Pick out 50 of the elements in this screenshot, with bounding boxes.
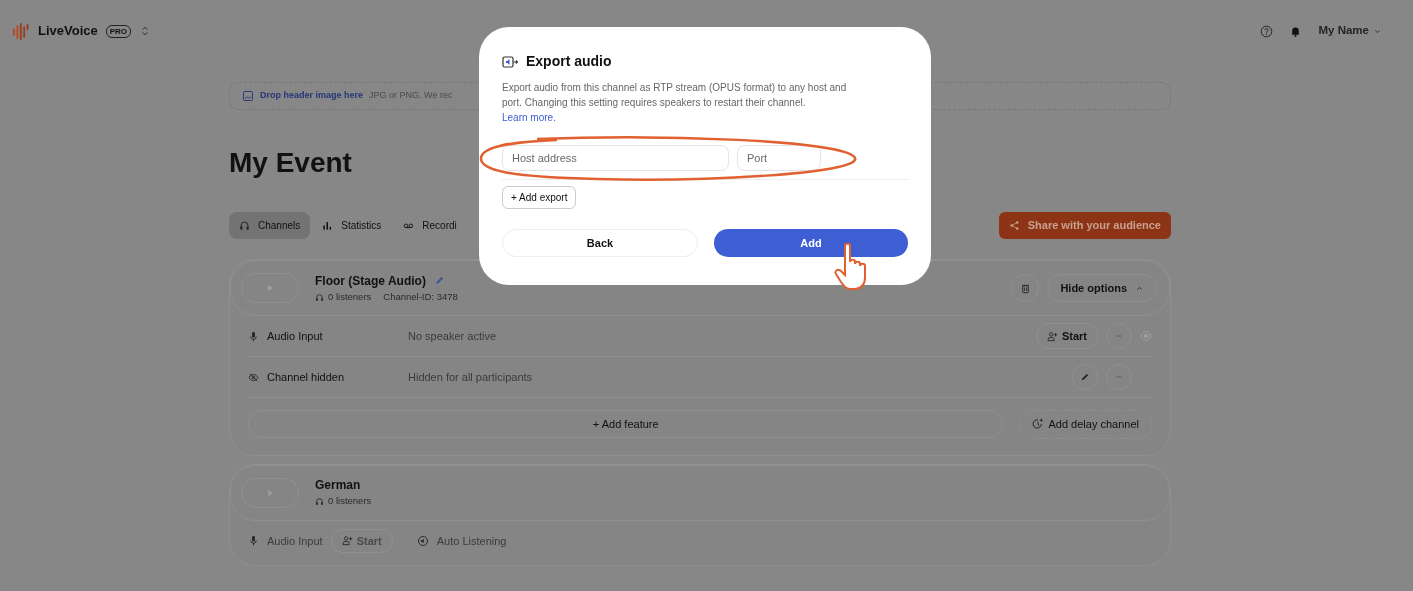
play-icon <box>265 487 275 498</box>
tab[interactable]: Statistics <box>312 212 392 239</box>
record-icon <box>1140 330 1152 342</box>
listener-count: 0 listeners <box>328 289 372 304</box>
plan-badge: PRO <box>105 24 132 38</box>
dialog-description: Export audio from this channel as RTP stream (OPUS format) to any host and port. Changing this setting requires speakers to restart their channel. Learn more. <box>502 81 848 125</box>
feature-label: Audio Input <box>267 328 323 344</box>
add-export-button[interactable]: + Add export <box>502 186 577 209</box>
headphones-icon <box>239 220 250 231</box>
user-plus-icon <box>1046 330 1058 342</box>
play-icon <box>265 283 275 293</box>
upload-link[interactable]: Drop header image here <box>260 89 364 103</box>
event-title: My Event <box>229 146 352 180</box>
channel-id: Channel-ID: 3478 <box>383 289 458 304</box>
pencil-icon <box>1080 372 1090 382</box>
microphone-icon <box>248 535 259 547</box>
feature-label: Channel hidden <box>267 369 345 385</box>
export-audio-icon <box>502 53 518 70</box>
user-plus-icon <box>341 535 353 547</box>
trash-icon <box>1019 282 1031 294</box>
headphones-icon <box>315 497 324 506</box>
waveform-logo-icon <box>12 22 30 40</box>
user-menu[interactable]: My Name <box>1317 21 1383 41</box>
dialog-title: Export audio <box>526 52 612 71</box>
share-button[interactable]: Share with your audience <box>998 212 1171 239</box>
image-icon <box>242 90 254 102</box>
bar-chart-icon <box>322 220 334 231</box>
feature-value: No speaker active <box>408 328 497 344</box>
channel-name: German <box>315 477 361 495</box>
eye-slash-icon <box>248 371 259 383</box>
speaker-circle-icon <box>416 534 429 547</box>
host-address-field[interactable]: Host address <box>502 145 729 171</box>
pencil-icon <box>433 275 445 287</box>
feature-label: Audio Input <box>267 533 323 549</box>
feature-value: Hidden for all participants <box>408 369 533 385</box>
clock-plus-icon <box>1032 418 1045 431</box>
auto-listening-label: Auto Listening <box>436 533 507 549</box>
app-name: LiveVoice <box>38 22 98 41</box>
add-button[interactable]: Add <box>714 229 908 257</box>
learn-more-link[interactable]: Learn more. <box>502 112 556 123</box>
port-field[interactable]: Port <box>737 145 821 171</box>
channel-name: Floor (Stage Audio) <box>315 272 426 290</box>
share-icon <box>1008 220 1020 231</box>
tab[interactable]: Recordi <box>393 212 467 239</box>
microphone-icon <box>248 330 259 342</box>
headphones-icon <box>315 292 324 302</box>
help-icon <box>1259 24 1273 38</box>
back-button[interactable]: Back <box>502 229 698 257</box>
listener-count: 0 listeners <box>328 494 372 509</box>
tab[interactable]: Channels <box>229 212 311 239</box>
